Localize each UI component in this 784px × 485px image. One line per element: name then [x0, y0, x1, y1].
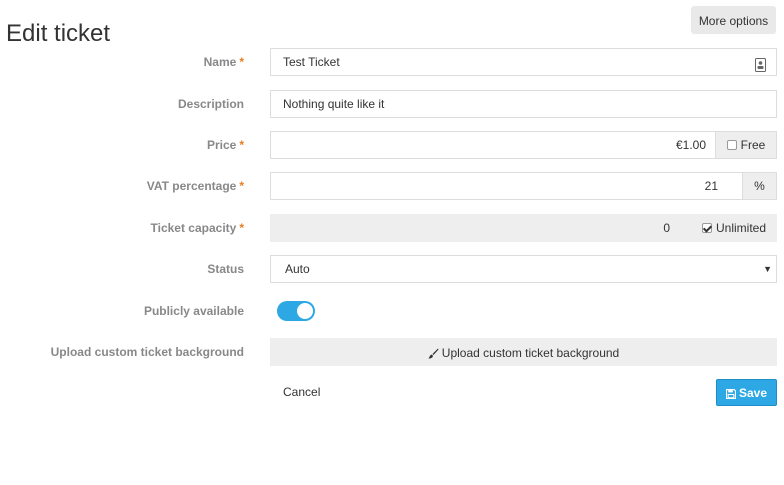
public-label: Publicly available — [143, 304, 244, 318]
save-button[interactable]: Save — [716, 379, 777, 406]
name-label: Name * — [203, 55, 244, 69]
vat-label: VAT percentage * — [146, 179, 244, 193]
unlimited-checkbox[interactable] — [701, 223, 712, 233]
description-input[interactable]: Nothing quite like it — [270, 90, 777, 118]
save-label: Save — [738, 386, 768, 400]
name-input[interactable]: Test Ticket — [270, 48, 777, 76]
free-checkbox[interactable] — [726, 140, 737, 150]
description-label: Description — [177, 97, 244, 111]
required-marker: * — [239, 55, 244, 69]
capacity-value: 0 — [663, 221, 670, 235]
vat-value: 21 — [704, 179, 718, 193]
percent-addon: % — [742, 172, 777, 200]
vat-row: VAT percentage * 21 % — [0, 172, 784, 200]
upload-button-label: Upload custom ticket background — [441, 346, 620, 360]
required-marker: * — [239, 221, 244, 235]
upload-background-button[interactable]: Upload custom ticket background — [270, 338, 777, 366]
name-row: Name * Test Ticket — [0, 48, 784, 76]
upload-row: Upload custom ticket background Upload c… — [0, 338, 784, 366]
unlimited-addon: Unlimited — [701, 215, 766, 241]
floppy-disk-icon — [725, 383, 737, 408]
status-select[interactable]: Auto ▼ — [270, 255, 777, 283]
free-addon: Free — [715, 131, 777, 159]
description-row: Description Nothing quite like it — [0, 90, 784, 118]
page-title: Edit ticket — [6, 20, 111, 48]
unlimited-label: Unlimited — [715, 221, 766, 235]
status-label: Status — [207, 262, 244, 276]
public-toggle[interactable] — [277, 301, 315, 321]
more-options-button[interactable]: More options — [691, 6, 776, 34]
status-selected: Auto — [285, 262, 310, 276]
upload-label: Upload custom ticket background — [50, 345, 244, 359]
public-row: Publicly available — [0, 297, 784, 325]
capacity-label: Ticket capacity * — [150, 221, 245, 235]
dropdown-arrow-icon: ▼ — [763, 264, 772, 274]
name-value: Test Ticket — [283, 55, 340, 69]
description-value: Nothing quite like it — [283, 97, 385, 111]
capacity-row: Ticket capacity * 0 Unlimited — [0, 214, 784, 242]
cancel-button[interactable]: Cancel — [283, 385, 320, 399]
brush-icon — [428, 341, 439, 369]
status-row: Status Auto ▼ — [0, 255, 784, 283]
vat-input[interactable]: 21 % — [270, 172, 777, 200]
price-label: Price * — [206, 138, 244, 152]
price-row: Price * €1.00 Free — [0, 131, 784, 159]
free-label: Free — [740, 138, 766, 152]
contact-card-icon[interactable] — [755, 55, 766, 81]
price-input[interactable]: €1.00 Free — [270, 131, 777, 159]
capacity-input[interactable]: 0 Unlimited — [270, 214, 777, 242]
toggle-knob — [297, 303, 313, 319]
required-marker: * — [239, 179, 244, 193]
price-value: €1.00 — [675, 138, 706, 152]
required-marker: * — [239, 138, 244, 152]
